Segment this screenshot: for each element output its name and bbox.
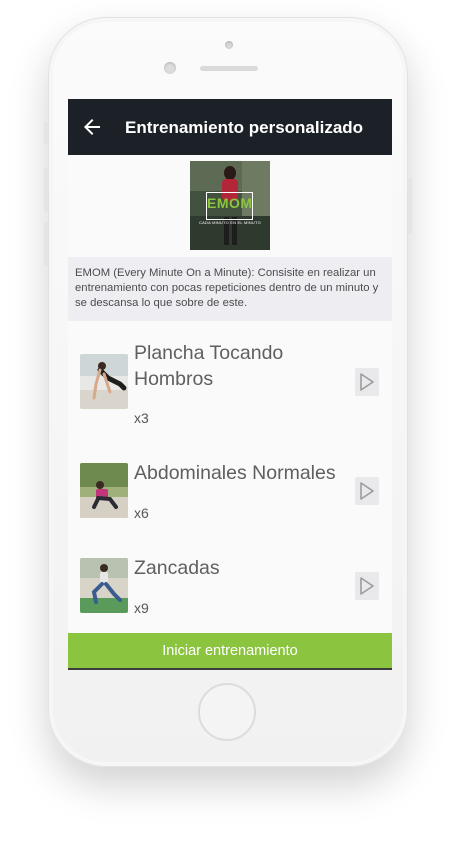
app-screen: Entrenamiento personalizado EMOM CADA MI… (68, 99, 392, 670)
banner-title: EMOM (207, 195, 253, 211)
app-bar: Entrenamiento personalizado (68, 99, 392, 155)
exercise-reps: x6 (134, 505, 149, 521)
exercise-thumbnail (80, 558, 128, 613)
banner-logo-box: EMOM (206, 192, 253, 220)
phone-sensor (164, 62, 176, 74)
exercise-name: Plancha Tocando Hombros (134, 342, 284, 390)
play-icon[interactable] (355, 572, 379, 600)
phone-home-button[interactable] (198, 683, 256, 741)
exercise-reps: x3 (134, 410, 149, 426)
exercise-name: Zancadas (134, 557, 220, 579)
banner-subtitle: CADA MINUTO EN EL MINUTO (199, 220, 261, 225)
exercise-name: Abdominales Normales (134, 462, 336, 484)
phone-speaker (200, 66, 258, 71)
exercise-item[interactable]: Abdominales Normales x6 (68, 457, 392, 557)
play-icon[interactable] (355, 368, 379, 396)
workout-banner-image: EMOM CADA MINUTO EN EL MINUTO (190, 161, 270, 250)
start-workout-button[interactable]: Iniciar entrenamiento (68, 633, 392, 670)
exercise-reps: x9 (134, 600, 149, 616)
play-icon[interactable] (355, 477, 379, 505)
phone-side-button (44, 122, 48, 144)
exercise-thumbnail (80, 354, 128, 409)
exercise-item[interactable]: Plancha Tocando Hombros x3 (68, 337, 392, 437)
phone-camera (225, 41, 233, 49)
description-text: EMOM (Every Minute On a Minute): Consisi… (75, 267, 379, 309)
exercise-thumbnail (80, 463, 128, 518)
phone-volume-up-button (44, 168, 48, 212)
phone-power-button (408, 178, 412, 234)
workout-description: EMOM (Every Minute On a Minute): Consisi… (68, 257, 392, 321)
arrow-left-icon[interactable] (80, 115, 104, 139)
page-title: Entrenamiento personalizado (125, 118, 364, 137)
phone-volume-down-button (44, 222, 48, 266)
